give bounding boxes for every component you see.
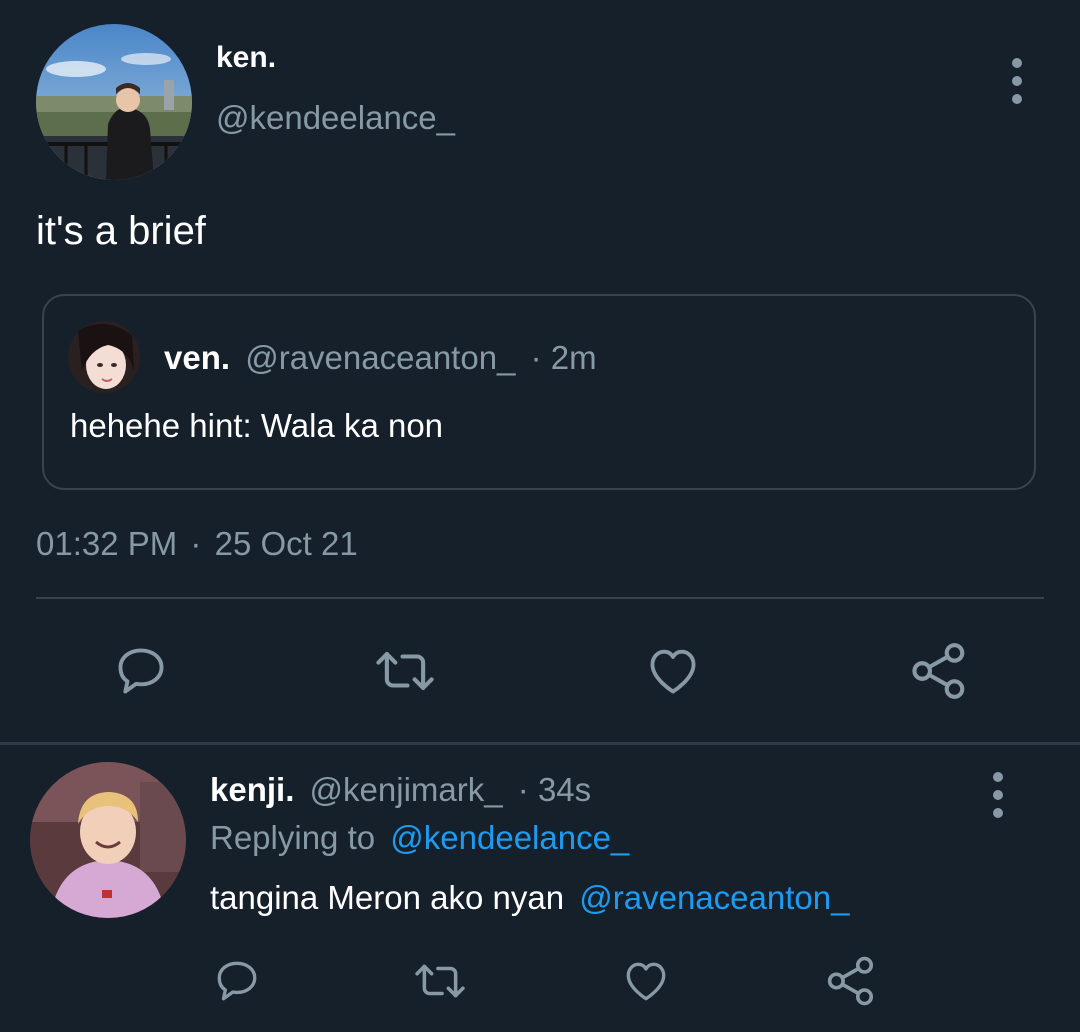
reply-like-icon[interactable] [620, 956, 672, 1006]
replying-to-handle-link[interactable]: @kendeelance_ [390, 819, 629, 856]
reply-display-name[interactable]: kenji. [210, 771, 294, 808]
reply-text-body: tangina Meron ako nyan [210, 879, 565, 916]
reply-reply-icon[interactable] [212, 956, 262, 1006]
tweet-timestamp: 01:32 PM · 25 Oct 21 [36, 524, 358, 564]
timestamp-date: 25 Oct 21 [214, 525, 358, 562]
timestamp-separator: · [190, 525, 202, 562]
quoted-author-line: ven. @ravenaceanton_ · 2m [164, 338, 597, 378]
retweet-icon[interactable] [372, 642, 438, 700]
share-icon[interactable] [908, 640, 970, 702]
reply-separator: · [517, 771, 529, 808]
more-options-icon[interactable] [1010, 58, 1024, 104]
divider [36, 597, 1044, 599]
reply-share-icon[interactable] [824, 954, 878, 1008]
timestamp-time: 01:32 PM [36, 525, 178, 562]
reply-time: 34s [537, 771, 592, 808]
author-avatar[interactable] [36, 24, 192, 180]
quoted-separator: · [530, 339, 542, 376]
quoted-author-avatar [68, 321, 140, 393]
reply-handle[interactable]: @kenjimark_ [310, 771, 503, 808]
author-display-name[interactable]: ken. [216, 40, 276, 76]
replying-to-prefix: Replying to [210, 819, 376, 856]
quoted-time: 2m [550, 339, 597, 376]
quoted-tweet-text: hehehe hint: Wala ka non [70, 407, 444, 444]
quoted-handle: @ravenaceanton_ [245, 339, 516, 376]
author-handle[interactable]: @kendeelance_ [216, 99, 455, 137]
quoted-tweet-card[interactable] [42, 294, 1036, 490]
reply-more-options-icon[interactable] [991, 772, 1005, 818]
reply-author-line: kenji. @kenjimark_ · 34s [210, 770, 591, 810]
reply-mention-link[interactable]: @ravenaceanton_ [579, 879, 849, 916]
reply-retweet-icon[interactable] [412, 956, 468, 1006]
tweet-text: it's a brief [36, 209, 206, 253]
reply-author-avatar[interactable] [30, 762, 186, 918]
thread-separator [0, 742, 1080, 745]
quoted-display-name: ven. [164, 339, 231, 376]
reply-text: tangina Meron ako nyan @ravenaceanton_ [210, 878, 849, 918]
reply-icon[interactable] [112, 642, 170, 700]
replying-to-line: Replying to @kendeelance_ [210, 818, 629, 858]
like-icon[interactable] [643, 642, 703, 700]
